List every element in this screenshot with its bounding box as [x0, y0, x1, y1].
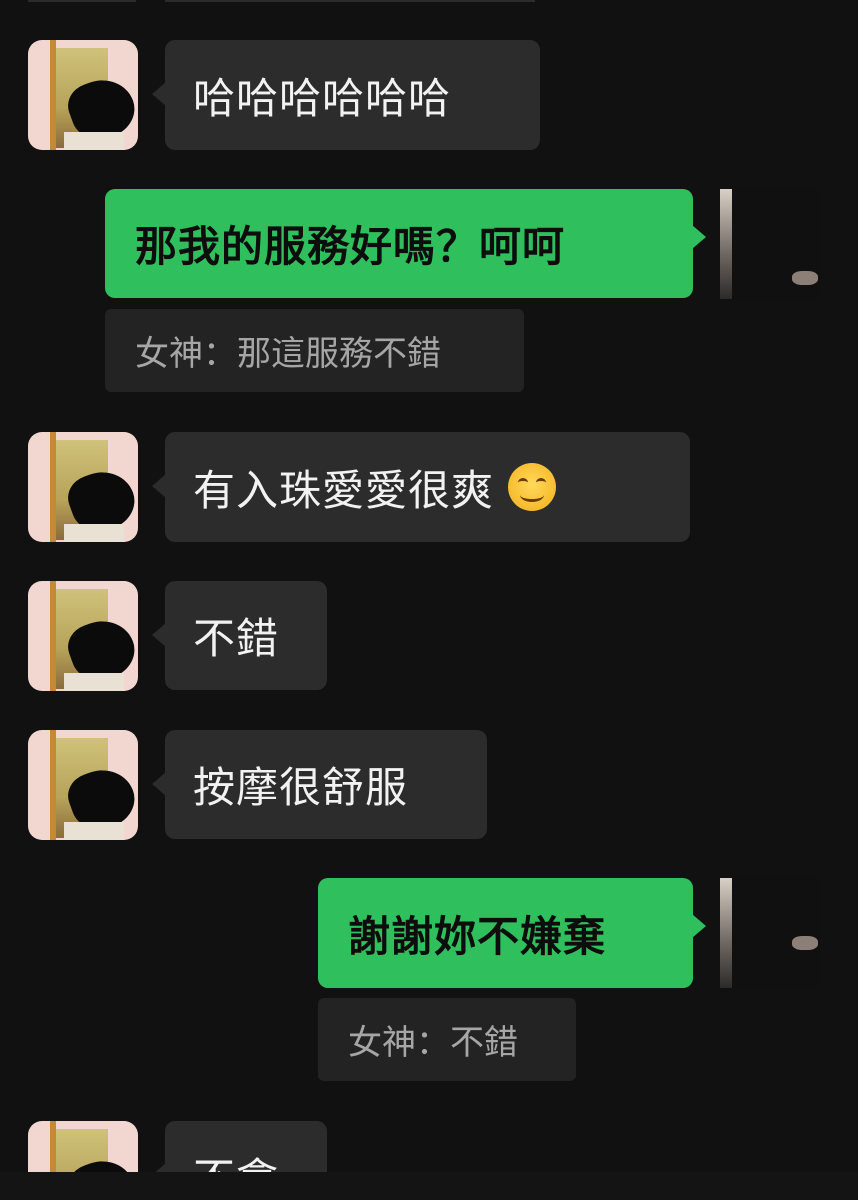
- quoted-reply[interactable]: 女神：不錯: [318, 998, 576, 1081]
- smiling-face-emoji-icon: [508, 463, 557, 511]
- message-text: 謝謝妳不嫌棄: [348, 911, 607, 961]
- message-text: 按摩很舒服: [193, 763, 409, 812]
- quote-text: 女神：那這服務不錯: [135, 334, 441, 374]
- message-bubble-incoming[interactable]: 有入珠愛愛很爽: [152, 432, 690, 542]
- contact-avatar[interactable]: [28, 40, 138, 150]
- message-text: 那我的服務好嗎？呵呵: [135, 222, 566, 271]
- my-avatar[interactable]: [720, 189, 820, 299]
- message-bubble-outgoing[interactable]: 謝謝妳不嫌棄: [318, 878, 706, 988]
- bottom-bar: [0, 1172, 858, 1200]
- message-bubble-incoming[interactable]: 不錯: [152, 581, 327, 690]
- contact-avatar[interactable]: [28, 432, 138, 542]
- quote-text: 女神：不錯: [348, 1023, 518, 1063]
- message-bubble-incoming[interactable]: 哈哈哈哈哈哈: [152, 40, 540, 150]
- message-bubble-incoming[interactable]: 按摩很舒服: [152, 730, 487, 839]
- message-text: 不錯: [193, 614, 280, 663]
- contact-avatar[interactable]: [28, 581, 138, 691]
- message-bubble-outgoing[interactable]: 那我的服務好嗎？呵呵: [105, 189, 706, 298]
- contact-avatar[interactable]: [28, 730, 138, 840]
- message-text: 有入珠愛愛很爽: [193, 465, 495, 515]
- message-text: 哈哈哈哈哈哈: [193, 73, 452, 123]
- quoted-reply[interactable]: 女神：那這服務不錯: [105, 309, 524, 392]
- my-avatar[interactable]: [720, 878, 820, 988]
- chat-view: 哈哈哈哈哈哈 那我的服務好嗎？呵呵 女神：那這服務不錯 有入珠愛愛很爽 不錯 按…: [0, 0, 858, 1200]
- previous-bubble-edge: [165, 0, 535, 2]
- previous-message-edge: [28, 0, 136, 2]
